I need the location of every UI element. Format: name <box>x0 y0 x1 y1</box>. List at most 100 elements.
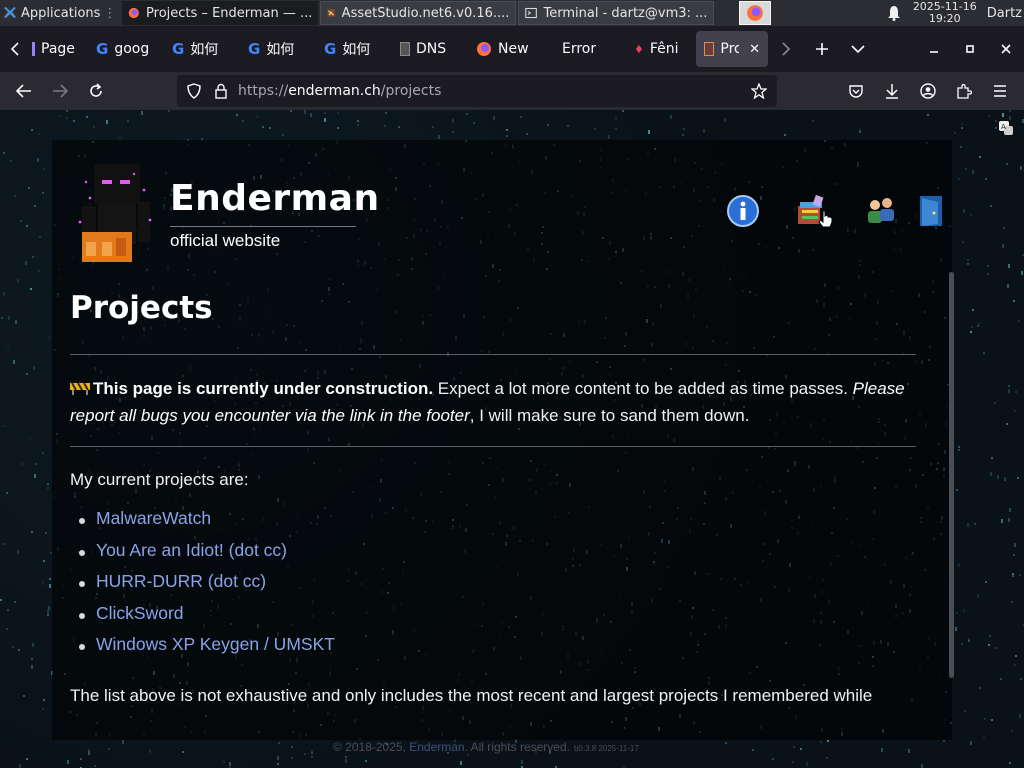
google-icon: G <box>324 40 337 58</box>
minimize-icon <box>930 51 938 53</box>
site-title: Enderman <box>170 178 380 219</box>
tab-label: Error <box>562 41 597 57</box>
account-button[interactable] <box>910 75 946 107</box>
url-path: /projects <box>380 83 442 99</box>
tab-label: Pro <box>720 41 740 57</box>
url-host: enderman.ch <box>288 83 381 99</box>
projects-outro: The list above is not exhaustive and onl… <box>70 686 873 705</box>
taskbar-window-firefox[interactable]: Projects – Enderman — ... <box>122 1 319 25</box>
divider <box>70 446 916 447</box>
bookmark-star-icon[interactable] <box>751 83 767 99</box>
tab-dns[interactable]: DNS <box>392 31 468 67</box>
applications-label: Applications <box>21 5 101 21</box>
page-icon <box>32 42 35 56</box>
translate-extension-icon[interactable]: A <box>998 120 1014 136</box>
enderman-logo[interactable] <box>72 162 158 266</box>
project-link-hurr-durr[interactable]: HURR-DURR (dot cc) <box>96 571 266 591</box>
divider <box>70 354 916 355</box>
web-page: A Enderman official website Projects Thi… <box>0 110 1024 768</box>
tab-google-2[interactable]: G 如何 <box>164 31 240 67</box>
users-icon <box>868 198 894 223</box>
tab-label: Fêni <box>649 41 679 57</box>
footer-author-link[interactable]: Enderman <box>409 740 464 754</box>
project-link-xp-keygen[interactable]: Windows XP Keygen / UMSKT <box>96 634 335 654</box>
notice-end-text: , I will make sure to sand them down. <box>469 406 750 425</box>
firefox-icon <box>477 42 491 56</box>
navigation-toolbar: https://enderman.ch/projects <box>0 72 1024 110</box>
pocket-button[interactable] <box>838 75 874 107</box>
tab-label: goog <box>114 41 150 57</box>
notification-bell-icon[interactable] <box>887 5 901 21</box>
extensions-button[interactable] <box>946 75 982 107</box>
clock[interactable]: 2025-11-16 19:20 <box>913 1 977 25</box>
taskbar-window-assetstudio[interactable]: AssetStudio.net6.v0.16.... <box>320 1 517 25</box>
tab-new[interactable]: New <box>468 31 544 67</box>
info-icon <box>727 195 759 227</box>
shield-icon[interactable] <box>186 83 202 99</box>
community-nav-link[interactable] <box>864 194 900 230</box>
dns-icon <box>400 42 410 56</box>
list-item: Windows XP Keygen / UMSKT <box>79 634 335 666</box>
taskbar-window-label: Projects – Enderman — ... <box>146 5 313 21</box>
mouse-pointer-icon <box>818 210 833 228</box>
taskbar-window-terminal[interactable]: Terminal - dartz@vm3: ... <box>518 1 715 25</box>
assetstudio-icon <box>327 9 336 17</box>
download-icon <box>886 84 898 99</box>
chevron-down-icon <box>851 45 865 54</box>
notice-text: Expect a lot more content to be added as… <box>433 379 853 398</box>
title-divider <box>170 226 356 227</box>
footer-copyright: © 2018-2025, <box>333 740 410 754</box>
info-nav-link[interactable] <box>726 194 762 230</box>
tab-label: 如何 <box>190 42 219 58</box>
url-text[interactable]: https://enderman.ch/projects <box>238 83 441 99</box>
tab-phoenix[interactable]: ♦ Fêni <box>620 31 696 67</box>
back-button[interactable] <box>6 75 42 107</box>
url-bar[interactable]: https://enderman.ch/projects <box>177 75 777 107</box>
construction-notice: This page is currently under constructio… <box>70 375 916 429</box>
app-menu-button[interactable] <box>982 75 1018 107</box>
menu-separator-icon: ⋮ <box>103 5 117 21</box>
new-tab-button[interactable] <box>804 31 840 67</box>
tab-strip: Page G goog G 如何 G 如何 G 如何 DNS New Error… <box>0 26 1024 72</box>
tab-label: 如何 <box>342 42 371 58</box>
chevron-right-icon <box>782 42 791 56</box>
tab-google-4[interactable]: G 如何 <box>316 31 392 67</box>
reload-button[interactable] <box>78 75 114 107</box>
project-link-malwarewatch[interactable]: MalwareWatch <box>96 508 211 528</box>
firefox-icon <box>129 7 140 19</box>
lock-icon[interactable] <box>214 83 228 99</box>
tab-google-3[interactable]: G 如何 <box>240 31 316 67</box>
project-link-clicksword[interactable]: ClickSword <box>96 603 184 623</box>
google-icon: G <box>172 40 185 58</box>
downloads-button[interactable] <box>874 75 910 107</box>
taskbar-firefox-launcher[interactable] <box>738 1 771 25</box>
firefox-icon <box>746 5 763 21</box>
google-icon: G <box>96 40 109 58</box>
scroll-tabs-left-button[interactable] <box>0 31 30 67</box>
close-tab-icon[interactable]: ✕ <box>749 42 760 57</box>
tab-error[interactable]: Error <box>544 31 620 67</box>
user-name[interactable]: Dartz <box>987 6 1024 21</box>
list-item: HURR-DURR (dot cc) <box>79 571 335 603</box>
tab-google-1[interactable]: G goog <box>88 31 164 67</box>
minimize-button[interactable] <box>916 31 952 67</box>
close-window-button[interactable] <box>988 31 1024 67</box>
list-all-tabs-button[interactable] <box>840 31 876 67</box>
page-title: Projects <box>70 290 213 326</box>
applications-menu[interactable]: Applications ⋮ <box>0 0 120 26</box>
scroll-tabs-right-button[interactable] <box>768 31 804 67</box>
footer-rights: . All rights reserved. <box>464 740 570 754</box>
exit-nav-link[interactable] <box>914 194 950 230</box>
chevron-left-icon <box>10 42 19 56</box>
content-scrollbar[interactable] <box>949 272 954 678</box>
maximize-icon <box>966 45 974 53</box>
exit-door-icon <box>920 196 942 226</box>
tab-page[interactable]: Page <box>30 31 88 67</box>
project-link-you-are-an-idiot[interactable]: You Are an Idiot! (dot cc) <box>96 540 287 560</box>
tab-projects[interactable]: Pro ✕ <box>696 31 768 67</box>
phoenix-icon: ♦ <box>634 42 644 56</box>
arrow-right-icon <box>53 84 68 98</box>
reload-icon <box>90 83 102 97</box>
forward-button[interactable] <box>42 75 78 107</box>
maximize-button[interactable] <box>952 31 988 67</box>
